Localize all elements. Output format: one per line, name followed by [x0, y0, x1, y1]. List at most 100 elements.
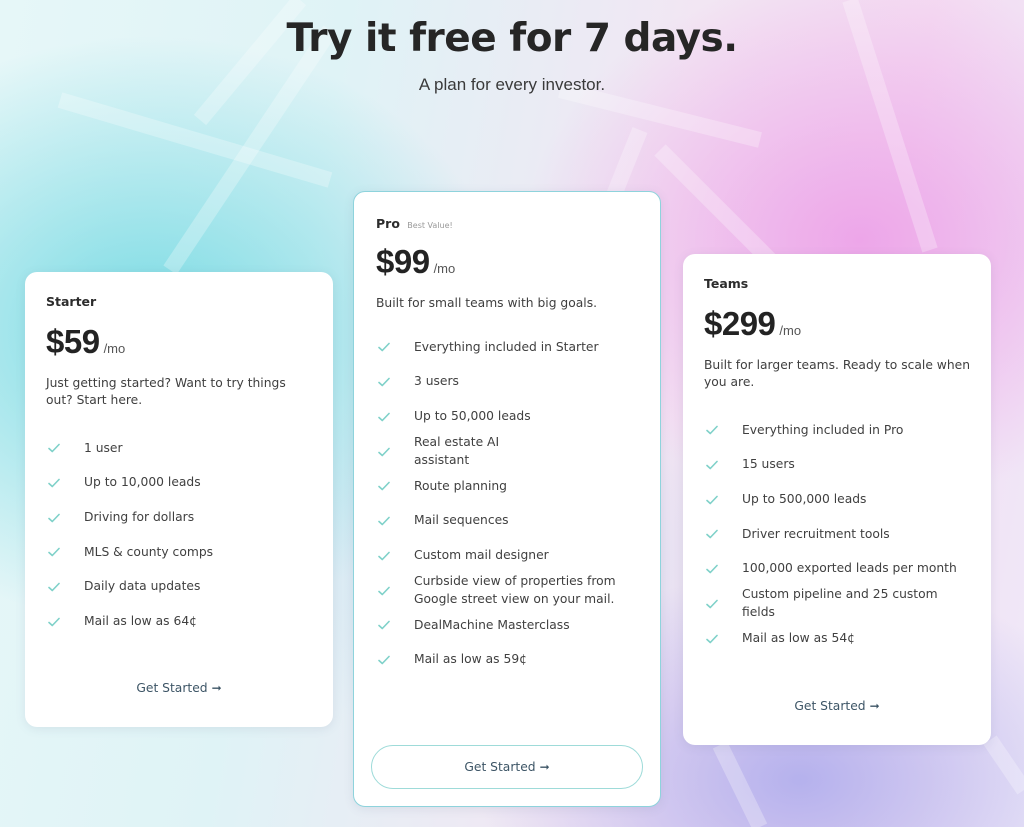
check-icon [376, 342, 414, 352]
feature-text: 1 user [84, 440, 123, 455]
plan-period: /mo [103, 341, 126, 356]
feature-item: Custom mail designer [376, 538, 638, 573]
feature-item: Everything included in Pro [704, 413, 970, 448]
plan-price: $59 [46, 323, 100, 360]
check-icon [376, 586, 414, 596]
check-icon [704, 460, 742, 470]
plan-description: Built for small teams with big goals. [376, 296, 598, 310]
feature-item: Up to 50,000 leads [376, 399, 638, 434]
check-icon [376, 481, 414, 491]
feature-text: DealMachine Masterclass [414, 617, 570, 632]
feature-text: Mail as low as 54¢ [742, 631, 855, 646]
arrow-right-icon: ➞ [869, 699, 880, 713]
feature-item: Curbside view of properties from Google … [376, 573, 638, 608]
feature-item: Custom pipeline and 25 custom fields [704, 586, 970, 621]
feature-text: Daily data updates [84, 579, 201, 594]
price-row: $59 /mo [46, 323, 312, 361]
feature-item: Up to 10,000 leads [46, 466, 312, 501]
check-icon [704, 564, 742, 574]
get-started-link[interactable]: Get Started ➞ [683, 699, 991, 713]
feature-item: 100,000 exported leads per month [704, 552, 970, 587]
feature-text: Up to 10,000 leads [84, 475, 201, 490]
plan-description: Just getting started? Want to try things… [46, 376, 286, 407]
check-icon [704, 425, 742, 435]
price-row: $299 /mo [704, 305, 970, 343]
feature-list: Everything included in Pro 15 users Up to … [704, 413, 970, 656]
feature-list: 1 user Up to 10,000 leads Driving for doll… [46, 431, 312, 639]
arrow-right-icon: ➞ [211, 681, 222, 695]
feature-text: Route planning [414, 478, 507, 493]
plan-description: Built for larger teams. Ready to scale w… [704, 358, 971, 389]
check-icon [46, 617, 84, 627]
plan-period: /mo [433, 261, 456, 276]
feature-text: MLS & county comps [84, 544, 214, 559]
feature-text: Real estate AI assistant [414, 435, 500, 467]
feature-item: DealMachine Masterclass [376, 608, 638, 643]
plan-period: /mo [779, 323, 802, 338]
cta-label: Get Started [136, 681, 208, 695]
plan-name-row: Pro Best Value! [376, 216, 638, 231]
feature-item: Mail as low as 59¢ [376, 643, 638, 678]
plan-card-starter: Starter $59 /mo Just getting started? Wa… [25, 272, 333, 727]
get-started-button[interactable]: Get Started ➞ [371, 745, 643, 789]
feature-text: Driver recruitment tools [742, 526, 890, 541]
check-icon [46, 582, 84, 592]
feature-text: Mail sequences [414, 513, 509, 528]
feature-item: 1 user [46, 431, 312, 466]
feature-text: 100,000 exported leads per month [742, 561, 957, 576]
plan-name: Teams [704, 276, 749, 291]
feature-text: 15 users [742, 457, 795, 472]
page-title: Try it free for 7 days. [286, 16, 738, 61]
feature-text: Custom mail designer [414, 548, 549, 563]
page-header: Try it free for 7 days. A plan for every… [0, 14, 1024, 97]
check-icon [46, 513, 84, 523]
plan-card-teams: Teams $299 /mo Built for larger teams. R… [683, 254, 991, 745]
cta-label: Get Started [464, 760, 536, 774]
price-row: $99 /mo [376, 243, 638, 281]
feature-item: Driver recruitment tools [704, 517, 970, 552]
check-icon [46, 443, 84, 453]
feature-text: 3 users [414, 374, 459, 389]
check-icon [704, 634, 742, 644]
check-icon [376, 655, 414, 665]
feature-item: Driving for dollars [46, 500, 312, 535]
check-icon [704, 495, 742, 505]
feature-item: Everything included in Starter [376, 330, 638, 365]
feature-text: Up to 50,000 leads [414, 408, 531, 423]
feature-text: Driving for dollars [84, 509, 195, 524]
feature-text: Up to 500,000 leads [742, 491, 867, 506]
plan-name: Pro [376, 216, 400, 231]
check-icon [704, 529, 742, 539]
feature-text: Curbside view of properties from Google … [414, 574, 616, 606]
feature-item: 15 users [704, 448, 970, 483]
page-subtitle: A plan for every investor. [418, 75, 606, 94]
feature-item: Mail sequences [376, 504, 638, 539]
feature-text: Custom pipeline and 25 custom fields [742, 587, 938, 619]
check-icon [376, 412, 414, 422]
feature-item: Route planning [376, 469, 638, 504]
check-icon [376, 551, 414, 561]
feature-item: Daily data updates [46, 570, 312, 605]
plan-price: $299 [704, 305, 776, 342]
feature-text: Everything included in Pro [742, 422, 904, 437]
check-icon [376, 620, 414, 630]
check-icon [46, 547, 84, 557]
feature-item: Mail as low as 64¢ [46, 604, 312, 639]
arrow-right-icon: ➞ [539, 760, 550, 774]
check-icon [46, 478, 84, 488]
feature-text: Everything included in Starter [414, 339, 599, 354]
feature-text: Mail as low as 64¢ [84, 614, 197, 629]
feature-text: Mail as low as 59¢ [414, 652, 527, 667]
plan-price: $99 [376, 243, 430, 280]
feature-item: MLS & county comps [46, 535, 312, 570]
plan-card-pro: Pro Best Value! $99 /mo Built for small … [353, 191, 661, 807]
feature-item: Real estate AI assistant [376, 434, 638, 469]
feature-item: Mail as low as 54¢ [704, 621, 970, 656]
get-started-link[interactable]: Get Started ➞ [25, 681, 333, 695]
feature-list: Everything included in Starter 3 users Up … [376, 330, 638, 678]
plan-name: Starter [46, 294, 97, 309]
check-icon [704, 599, 742, 609]
feature-item: Up to 500,000 leads [704, 482, 970, 517]
check-icon [376, 377, 414, 387]
check-icon [376, 516, 414, 526]
